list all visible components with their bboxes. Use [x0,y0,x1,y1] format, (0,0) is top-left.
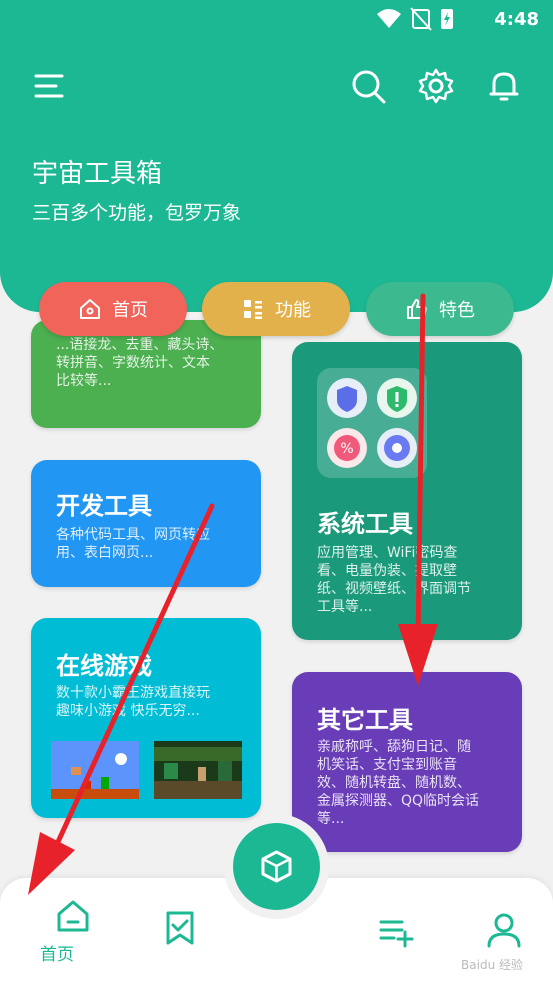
pill-home[interactable]: 首页 [39,282,187,336]
profile-icon[interactable] [474,910,534,950]
home-icon [80,299,100,319]
pill-featured[interactable]: 特色 [366,282,514,336]
system-tools-card[interactable]: % 系统工具 应用管理、WiFi密码查 看、电量伪装、提取壁 纸、视频壁纸、界面… [292,342,522,640]
card-desc: 应用管理、WiFi密码查 [317,545,458,561]
system-tool-icons: % [327,378,417,468]
status-time: 4:48 [494,9,539,30]
card-desc: 亲戚称呼、舔狗日记、随 [317,739,471,755]
pill-functions-label: 功能 [275,300,311,321]
card-desc: 比较等... [56,373,112,389]
app-title: 宇宙工具箱 [32,159,163,189]
mario-game-thumbnail [51,741,139,799]
card-title: 开发工具 [56,492,152,520]
card-desc: 用、表白网页... [56,545,154,561]
card-desc: 效、随机转盘、随机数、 [317,775,471,791]
app-subtitle: 三百多个功能，包罗万象 [32,202,242,224]
gear-icon[interactable] [416,66,456,106]
playlist-add-icon[interactable] [366,914,426,950]
card-desc: ...语接龙、去重、藏头诗、 [56,337,224,353]
other-tools-card[interactable]: 其它工具 亲戚称呼、舔狗日记、随 机笑话、支付宝到账音 效、随机转盘、随机数、 … [292,672,522,852]
search-icon[interactable] [348,66,388,106]
menu-icon[interactable] [30,66,70,106]
nav-home-label[interactable]: 首页 [40,940,74,965]
nav-home-icon[interactable] [43,898,103,934]
card-desc: 数十款小霸王游戏直接玩 [56,685,210,701]
pill-functions[interactable]: 功能 [202,282,350,336]
card-desc: 各种代码工具、网页转应 [56,527,210,543]
bell-icon[interactable] [484,66,524,106]
grid-icon [244,300,262,319]
header-banner: 4:48 宇宙工具箱 三百多个功能，包罗万象 [0,0,553,312]
card-desc: 趣味小游戏 快乐无穷... [56,703,200,719]
card-desc: 金属探测器、QQ临时会话 [317,793,480,809]
system-icons-panel: % [317,368,427,478]
card-desc: 看、电量伪装、提取壁 [317,563,457,579]
card-desc: 纸、视频壁纸、界面调节 [317,581,471,597]
card-title: 在线游戏 [56,652,152,680]
card-desc: 机笑话、支付宝到账音 [317,757,457,773]
card-title: 系统工具 [317,510,413,538]
watermark: Baidu 经验 [461,958,523,972]
thumbs-up-icon [407,299,427,319]
bookmark-check-icon[interactable] [150,910,210,946]
online-games-card[interactable]: 在线游戏 数十款小霸王游戏直接玩 趣味小游戏 快乐无穷... [31,618,261,818]
wifi-icon [377,9,401,28]
text-tools-card[interactable]: ...语接龙、去重、藏头诗、 转拼音、字数统计、文本 比较等... [31,320,261,428]
pill-home-label: 首页 [112,300,148,321]
svg-text:%: % [340,441,353,457]
center-fab-button[interactable] [233,823,320,910]
pill-featured-label: 特色 [439,300,475,321]
status-icons [377,7,453,31]
card-desc: 等... [317,811,345,827]
card-desc: 转拼音、字数统计、文本 [56,355,210,371]
cube-icon [261,850,292,883]
status-bar: 4:48 [0,0,553,40]
dev-tools-card[interactable]: 开发工具 各种代码工具、网页转应 用、表白网页... [31,460,261,587]
card-desc: 工具等... [317,599,373,615]
contra-game-thumbnail [154,741,242,799]
card-title: 其它工具 [317,706,413,734]
